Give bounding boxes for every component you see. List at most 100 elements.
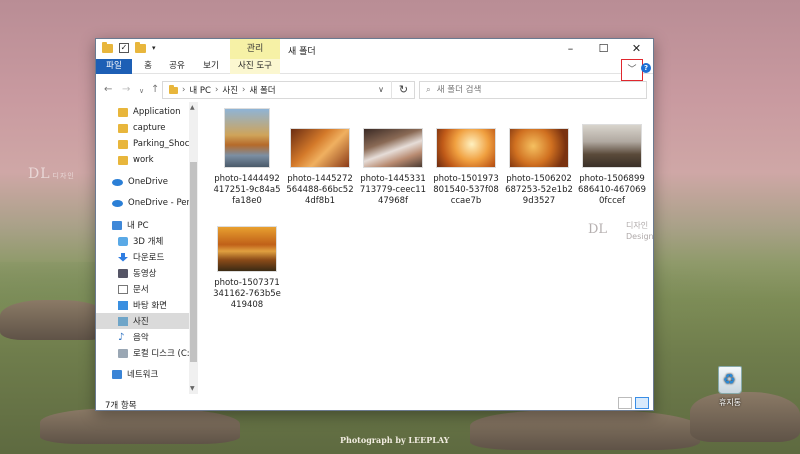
scroll-down-icon[interactable]: ▼ [190, 385, 195, 392]
thumbnail [436, 128, 496, 168]
properties-icon[interactable]: ✓ [119, 43, 129, 53]
thumbnail [224, 108, 270, 168]
nav-item-pictures[interactable]: 사진 [96, 313, 190, 329]
nav-item-onedrive-personal[interactable]: OneDrive - Persor [96, 195, 190, 211]
nav-item-local-disk[interactable]: 로컬 디스크 (C:) [96, 345, 190, 361]
document-icon [118, 284, 128, 294]
status-bar: 7개 항목 [96, 395, 653, 412]
nav-item-capture[interactable]: capture [96, 120, 190, 136]
watermark-text: 디자인 Design [626, 221, 654, 241]
ribbon-tabs: 파일 홈 공유 보기 사진 도구 [96, 59, 653, 74]
title-bar: ✓ ▾ 관리 새 폴더 – ☐ ✕ [96, 39, 653, 59]
music-icon: ♪ [118, 332, 128, 342]
tab-view[interactable]: 보기 [200, 59, 222, 74]
context-tab-manage[interactable]: 관리 [230, 39, 280, 59]
scrollbar-thumb[interactable] [190, 162, 197, 362]
3d-icon [118, 236, 128, 246]
recycle-bin-label: 휴지통 [718, 398, 742, 407]
address-row: ← → ∨ ↑ › 내 PC › 사진 › 새 폴더 ∨ ↻ ⌕ [96, 79, 653, 101]
address-dropdown-icon[interactable]: ∨ [378, 85, 384, 94]
search-input[interactable] [436, 85, 617, 95]
wallpaper-rock [40, 408, 240, 444]
folder-icon [102, 41, 113, 53]
wallpaper-rock [0, 300, 110, 340]
video-icon [118, 268, 128, 278]
file-item[interactable]: photo-1506202687253-52e1b29d3527 [504, 108, 574, 207]
address-bar[interactable]: › 내 PC › 사진 › 새 폴더 ∨ [162, 81, 415, 99]
recent-locations-icon[interactable]: ∨ [139, 87, 144, 95]
tab-file[interactable]: 파일 [96, 59, 132, 74]
maximize-button[interactable]: ☐ [587, 39, 620, 59]
folder-icon [118, 123, 128, 133]
breadcrumb-pictures[interactable]: 사진 [222, 84, 238, 96]
recycle-bin-shortcut[interactable]: 휴지통 [710, 366, 750, 408]
window-title: 새 폴더 [288, 47, 316, 57]
search-icon: ⌕ [426, 85, 431, 95]
thumbnail [582, 124, 642, 168]
details-view-icon[interactable] [618, 397, 632, 409]
nav-item-application[interactable]: Application [96, 104, 190, 120]
pictures-icon [118, 316, 128, 326]
file-item[interactable]: photo-1445272564488-66bc524df8b1 [285, 108, 355, 207]
file-item[interactable]: photo-1506899686410-4670690fccef [577, 108, 647, 207]
file-item[interactable]: photo-1507371341162-763b5e419408 [212, 224, 282, 311]
nav-item-my-pc[interactable]: 내 PC [96, 217, 190, 233]
close-button[interactable]: ✕ [620, 39, 653, 59]
search-box[interactable]: ⌕ [419, 81, 647, 99]
new-folder-icon[interactable] [135, 41, 146, 53]
item-count: 7개 항목 [105, 401, 137, 411]
download-icon [118, 252, 128, 262]
desktop-logo: DL 디자인 [28, 166, 75, 182]
nav-item-desktop[interactable]: 바탕 화면 [96, 297, 190, 313]
photo-credit: Photograph by LEEPLAY [340, 435, 450, 445]
expand-ribbon-button[interactable]: ﹀ [621, 59, 643, 81]
disk-icon [118, 348, 128, 358]
folder-icon [118, 155, 128, 165]
folder-icon [118, 139, 128, 149]
minimize-button[interactable]: – [554, 39, 587, 59]
breadcrumb-new-folder[interactable]: 새 폴더 [249, 84, 275, 96]
nav-item-downloads[interactable]: 다운로드 [96, 249, 190, 265]
thumbnail [363, 128, 423, 168]
back-arrow-icon[interactable]: ← [104, 84, 112, 95]
refresh-button[interactable]: ↻ [391, 81, 415, 99]
help-icon[interactable]: ? [641, 63, 651, 73]
watermark-logo: DL [588, 222, 608, 237]
nav-item-work[interactable]: work [96, 152, 190, 168]
thumbnail [509, 128, 569, 168]
wallpaper-rock [470, 410, 700, 450]
quick-access-toolbar: ✓ ▾ [102, 41, 156, 53]
tab-share[interactable]: 공유 [166, 59, 188, 74]
folder-icon [169, 84, 178, 94]
tab-home[interactable]: 홈 [140, 59, 156, 74]
file-list: photo-1444492417251-9c84a5fa18e0 photo-1… [206, 102, 651, 394]
pc-icon [112, 220, 122, 230]
breadcrumb-my-pc[interactable]: 내 PC [189, 84, 211, 96]
nav-item-documents[interactable]: 문서 [96, 281, 190, 297]
file-item[interactable]: photo-1501973801540-537f08ccae7b [431, 108, 501, 207]
tab-picture-tools[interactable]: 사진 도구 [230, 59, 280, 74]
cloud-icon [112, 199, 123, 207]
nav-item-onedrive[interactable]: OneDrive [96, 174, 190, 190]
nav-pane-scrollbar[interactable]: ▲ ▼ [189, 102, 198, 394]
thumbnail [290, 128, 350, 168]
nav-item-parking-shock[interactable]: Parking_Shock [96, 136, 190, 152]
file-item[interactable]: photo-1445331713779-ceec1147968f [358, 108, 428, 207]
folder-icon [118, 107, 128, 117]
file-item[interactable]: photo-1444492417251-9c84a5fa18e0 [212, 108, 282, 207]
up-arrow-icon[interactable]: ↑ [151, 84, 159, 95]
nav-item-network[interactable]: 네트워크 [96, 366, 190, 382]
nav-item-music[interactable]: ♪ 음악 [96, 329, 190, 345]
chevron-down-icon: ﹀ [627, 65, 637, 75]
forward-arrow-icon[interactable]: → [122, 84, 130, 95]
network-icon [112, 369, 122, 379]
nav-item-3d-objects[interactable]: 3D 개체 [96, 233, 190, 249]
thumbnail [217, 226, 277, 272]
nav-item-videos[interactable]: 동영상 [96, 265, 190, 281]
large-icons-view-icon[interactable] [635, 397, 649, 409]
file-explorer-window: ✓ ▾ 관리 새 폴더 – ☐ ✕ 파일 홈 공유 보기 사진 도구 ﹀ ? ←… [95, 38, 654, 411]
scroll-up-icon[interactable]: ▲ [190, 104, 195, 111]
desktop-icon [118, 300, 128, 310]
recycle-bin-icon [718, 366, 742, 394]
customize-toolbar-icon[interactable]: ▾ [152, 44, 156, 52]
